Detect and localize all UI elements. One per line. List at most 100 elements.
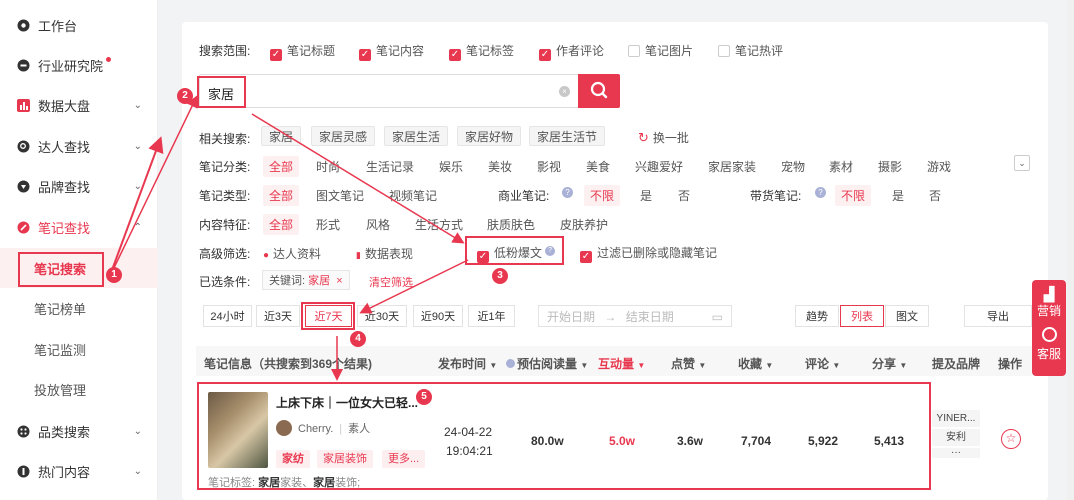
favorite-star-button[interactable]: ☆	[1001, 429, 1021, 449]
content-option[interactable]: 风格	[366, 216, 390, 233]
marketing-button[interactable]: ▟ 营销	[1032, 280, 1066, 319]
col-action: 操作	[998, 357, 1023, 371]
search-button[interactable]	[578, 74, 620, 108]
note-type-option[interactable]: 视频笔记	[389, 187, 437, 204]
category-option[interactable]: 时尚	[316, 158, 340, 175]
bar-chart-icon	[16, 98, 30, 112]
content-option[interactable]: 肤质肤色	[487, 216, 535, 233]
col-publish[interactable]: 发布时间 ▼	[438, 355, 497, 372]
step-badge: 1	[106, 267, 122, 283]
hot-content-icon	[16, 464, 30, 478]
category-option[interactable]: 美妆	[488, 158, 512, 175]
expand-categories-button[interactable]: ⌄	[1014, 155, 1030, 171]
sidebar-item-data[interactable]: 数据大盘 ⌄	[0, 85, 158, 125]
goods-option[interactable]: 否	[929, 187, 941, 204]
sidebar-subitem-campaign[interactable]: 投放管理	[0, 369, 158, 409]
col-label: 发布时间	[438, 357, 487, 371]
headset-icon	[1041, 327, 1057, 342]
category-option[interactable]: 摄影	[878, 158, 902, 175]
view-tab-list[interactable]: 列表	[840, 305, 884, 327]
search-input[interactable]: 家居 ×	[199, 74, 579, 108]
influencer-filter-button[interactable]: ● 达人资料	[263, 245, 321, 262]
note-type-option[interactable]: 图文笔记	[316, 187, 364, 204]
col-fav[interactable]: 收藏 ▼	[738, 355, 773, 372]
close-icon[interactable]: ×	[336, 275, 342, 287]
time-tab-30d[interactable]: 近30天	[357, 305, 407, 327]
export-button[interactable]: 导出	[964, 305, 1032, 327]
brand-name[interactable]: 安利	[932, 429, 980, 446]
time-tab-1y[interactable]: 近1年	[468, 305, 515, 327]
check-icon: ✓	[580, 251, 592, 263]
brand-name[interactable]: YINER...	[932, 410, 980, 427]
content-option[interactable]: 皮肤养护	[560, 216, 608, 233]
related-tag[interactable]: 家居	[261, 126, 302, 146]
scope-title-checkbox[interactable]: ✓ 笔记标题	[270, 42, 335, 61]
category-option[interactable]: 美食	[586, 158, 610, 175]
col-est-read[interactable]: 预估阅读量 ▼	[506, 355, 588, 372]
related-tag[interactable]: 家居好物	[457, 126, 522, 146]
dashboard-icon	[16, 18, 30, 32]
sidebar-item-influencer[interactable]: 达人查找 ⌄	[0, 126, 158, 166]
content-option[interactable]: 形式	[316, 216, 340, 233]
clear-icon[interactable]: ×	[559, 86, 570, 97]
scrollbar[interactable]	[1067, 0, 1074, 500]
sidebar-item-category-search[interactable]: 品类搜索 ⌄	[0, 411, 158, 451]
col-interact[interactable]: 互动量 ▼	[598, 355, 645, 372]
sidebar-subitem-note-ranking[interactable]: 笔记榜单	[0, 288, 158, 328]
scope-tag-checkbox[interactable]: ✓ 笔记标签	[449, 42, 514, 61]
related-tag[interactable]: 家居生活节	[529, 126, 606, 146]
note-type-option[interactable]: 全部	[263, 185, 300, 206]
sidebar-item-notes[interactable]: 笔记查找 ⌃	[0, 207, 158, 247]
sidebar-item-hot-content[interactable]: 热门内容 ⌄	[0, 451, 158, 491]
time-tab-24h[interactable]: 24小时	[203, 305, 252, 327]
goods-option[interactable]: 不限	[835, 185, 872, 206]
clear-filters-link[interactable]: 清空筛选	[369, 274, 413, 290]
category-option[interactable]: 影视	[537, 158, 561, 175]
category-option[interactable]: 生活记录	[366, 158, 414, 175]
related-tag[interactable]: 家居生活	[384, 126, 449, 146]
time-tab-3d[interactable]: 近3天	[256, 305, 300, 327]
content-option[interactable]: 生活方式	[415, 216, 463, 233]
category-option[interactable]: 家居家装	[708, 158, 756, 175]
keyword-chip[interactable]: 关键词: 家居 ×	[262, 270, 350, 290]
sidebar-item-brand[interactable]: 品牌查找 ⌄	[0, 166, 158, 206]
date-range-picker[interactable]: 开始日期 → 结束日期 ▭	[538, 305, 732, 327]
scope-comment-checkbox[interactable]: ✓ 作者评论	[539, 42, 604, 61]
sidebar-item-research[interactable]: 行业研究院	[0, 45, 158, 85]
col-brand: 提及品牌	[932, 357, 981, 371]
related-tag[interactable]: 家居灵感	[311, 126, 376, 146]
service-button[interactable]: 客服	[1032, 319, 1066, 362]
category-option[interactable]: 娱乐	[439, 158, 463, 175]
category-option[interactable]: 宠物	[781, 158, 805, 175]
commercial-option[interactable]: 不限	[584, 185, 621, 206]
category-option[interactable]: 全部	[263, 156, 300, 177]
commercial-option[interactable]: 是	[640, 187, 652, 204]
category-option[interactable]: 游戏	[927, 158, 951, 175]
category-option[interactable]: 兴趣爱好	[635, 158, 683, 175]
scope-hot-comment-checkbox[interactable]: 笔记热评	[718, 42, 783, 59]
sidebar-subitem-note-monitor[interactable]: 笔记监测	[0, 329, 158, 369]
col-share[interactable]: 分享 ▼	[872, 355, 907, 372]
view-tab-trend[interactable]: 趋势	[795, 305, 839, 327]
commercial-option[interactable]: 否	[678, 187, 690, 204]
time-tab-90d[interactable]: 近90天	[413, 305, 463, 327]
category-option[interactable]: 素材	[829, 158, 853, 175]
goods-option[interactable]: 是	[892, 187, 904, 204]
filter-deleted-checkbox[interactable]: ✓ 过滤已删除或隐藏笔记	[580, 244, 717, 263]
view-tab-image[interactable]: 图文	[885, 305, 929, 327]
data-filter-button[interactable]: ▮ 数据表现	[356, 245, 413, 262]
brand-more[interactable]: ···	[932, 448, 980, 458]
refresh-button[interactable]: ↻ 换一批	[638, 129, 689, 146]
chevron-down-icon: ⌄	[133, 465, 142, 477]
sidebar-item-label: 笔记查找	[38, 220, 91, 236]
scope-content-checkbox[interactable]: ✓ 笔记内容	[359, 42, 424, 61]
content-option[interactable]: 全部	[263, 214, 300, 235]
col-like[interactable]: 点赞 ▼	[671, 355, 706, 372]
col-label: 点赞	[671, 357, 696, 371]
checkbox-empty-icon	[718, 45, 730, 57]
col-comment[interactable]: 评论 ▼	[805, 355, 840, 372]
scope-option-label: 笔记内容	[376, 44, 425, 58]
col-label: 预估阅读量	[517, 357, 578, 371]
scope-image-checkbox[interactable]: 笔记图片	[628, 42, 693, 59]
sidebar-item-workbench[interactable]: 工作台	[0, 5, 158, 45]
